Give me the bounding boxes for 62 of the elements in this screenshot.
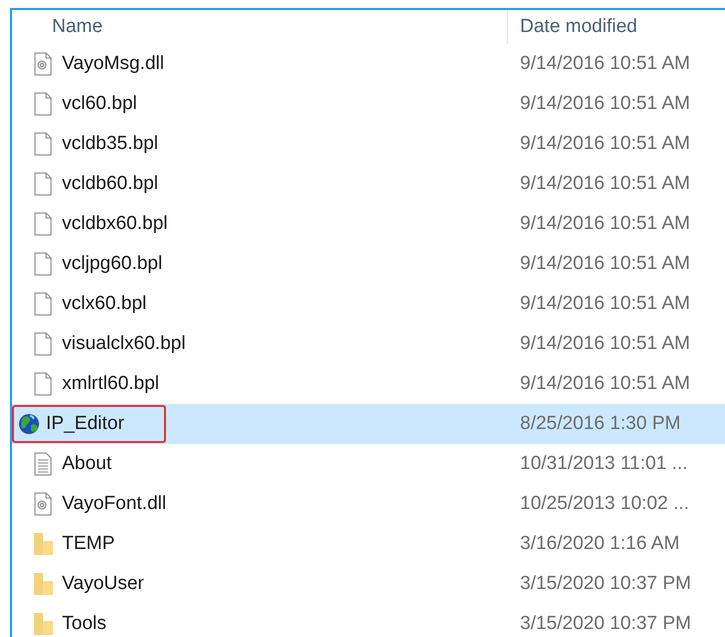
file-name: IP_Editor [46,412,124,436]
file-icon [32,292,54,316]
date-modified: 9/14/2016 10:51 AM [519,132,690,156]
file-name: xmlrtl60.bpl [62,372,160,396]
date-modified: 3/15/2020 10:37 PM [519,612,692,636]
file-row[interactable]: VayoMsg.dll 9/14/2016 10:51 AM [12,44,725,84]
date-modified: 10/25/2013 10:02 ... [519,492,690,516]
date-modified: 9/14/2016 10:51 AM [519,52,690,76]
file-name: TEMP [62,532,115,556]
file-icon [32,92,54,116]
file-name: VayoMsg.dll [62,52,164,76]
file-icon [32,132,54,156]
file-name: VayoUser [62,572,144,596]
file-row[interactable]: visualclx60.bpl 9/14/2016 10:51 AM [12,324,725,364]
text-file-icon [32,452,54,476]
file-name: vcl60.bpl [62,92,137,116]
globe-icon [18,412,40,436]
selected-file-row[interactable]: IP_Editor 8/25/2016 1:30 PM [12,404,725,444]
file-row[interactable]: VayoUser 3/15/2020 10:37 PM [12,564,725,604]
file-icon [32,372,54,396]
gear-file-icon [32,52,54,76]
date-modified: 9/14/2016 10:51 AM [519,92,690,116]
file-icon [32,252,54,276]
date-modified: 9/14/2016 10:51 AM [519,292,690,316]
file-name: vcldb35.bpl [62,132,158,156]
date-modified: 3/15/2020 10:37 PM [519,572,692,596]
file-icon [32,172,54,196]
file-row[interactable]: Tools 3/15/2020 10:37 PM [12,604,725,637]
date-modified: 9/14/2016 10:51 AM [519,212,690,236]
file-name: VayoFont.dll [62,492,166,516]
file-row[interactable]: VayoFont.dll 10/25/2013 10:02 ... [12,484,725,524]
file-name: vclx60.bpl [62,292,146,316]
date-modified: 9/14/2016 10:51 AM [519,172,690,196]
file-icon [32,212,54,236]
date-modified: 9/14/2016 10:51 AM [519,332,690,356]
folder-icon [32,532,54,556]
file-name: vcldb60.bpl [62,172,158,196]
column-header[interactable]: Date modified [508,12,638,42]
file-name: Tools [62,612,106,636]
file-row[interactable]: vcldb60.bpl 9/14/2016 10:51 AM [12,164,725,204]
gear-file-icon [32,492,54,516]
file-row[interactable]: vclx60.bpl 9/14/2016 10:51 AM [12,284,725,324]
file-name: vcljpg60.bpl [62,252,162,276]
file-row[interactable]: vcldbx60.bpl 9/14/2016 10:51 AM [12,204,725,244]
date-modified: 10/31/2013 11:01 ... [519,452,688,476]
file-row[interactable]: vcl60.bpl 9/14/2016 10:51 AM [12,84,725,124]
date-modified: 9/14/2016 10:51 AM [519,252,690,276]
folder-icon [32,612,54,636]
column-header[interactable]: Name [12,10,508,44]
file-icon [32,332,54,356]
folder-icon [32,572,54,596]
date-modified: 9/14/2016 10:51 AM [519,372,690,396]
file-name: visualclx60.bpl [62,332,186,356]
file-name: vcldbx60.bpl [62,212,168,236]
file-name: About [62,452,112,476]
file-row[interactable]: About 10/31/2013 11:01 ... [12,444,725,484]
date-modified: 3/16/2020 1:16 AM [519,532,680,556]
file-row[interactable]: vcldb35.bpl 9/14/2016 10:51 AM [12,124,725,164]
file-row[interactable]: vcljpg60.bpl 9/14/2016 10:51 AM [12,244,725,284]
file-row[interactable]: xmlrtl60.bpl 9/14/2016 10:51 AM [12,364,725,404]
file-row[interactable]: TEMP 3/16/2020 1:16 AM [12,524,725,564]
date-modified: 8/25/2016 1:30 PM [519,412,681,436]
